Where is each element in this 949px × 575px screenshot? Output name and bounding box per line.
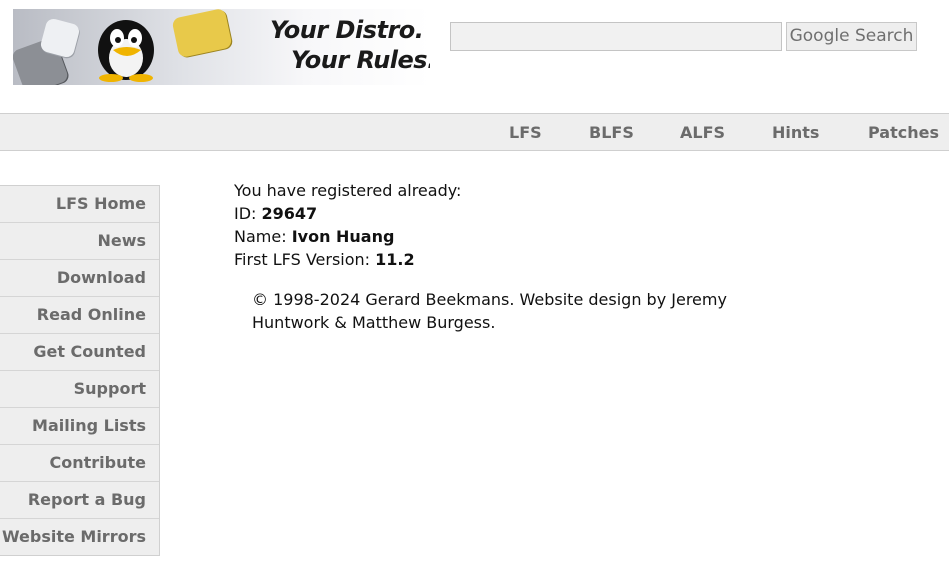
- id-value: 29647: [261, 204, 318, 223]
- topnav-item-blfs[interactable]: BLFS: [589, 114, 634, 151]
- version-label: First LFS Version:: [234, 250, 376, 269]
- top-navigation: LFS BLFS ALFS Hints Patches: [0, 113, 949, 151]
- sidebar-item-lfs-home[interactable]: LFS Home: [0, 186, 159, 223]
- topnav-item-lfs[interactable]: LFS: [509, 114, 542, 151]
- puzzle-piece-icon: [171, 9, 233, 59]
- id-label: ID:: [234, 204, 262, 223]
- sidebar-item-report-a-bug[interactable]: Report a Bug: [0, 482, 159, 519]
- topnav-item-alfs[interactable]: ALFS: [680, 114, 725, 151]
- sidebar-item-news[interactable]: News: [0, 223, 159, 260]
- registration-id-row: ID: 29647: [234, 202, 734, 225]
- sidebar-item-get-counted[interactable]: Get Counted: [0, 334, 159, 371]
- name-value: Ivon Huang: [291, 227, 395, 246]
- sidebar-navigation: LFS Home News Download Read Online Get C…: [0, 185, 160, 556]
- topnav-item-patches[interactable]: Patches: [868, 114, 939, 151]
- tagline-line1: Your Distro.: [270, 16, 424, 44]
- google-search-button[interactable]: Google Search: [786, 22, 917, 51]
- sidebar-item-support[interactable]: Support: [0, 371, 159, 408]
- sidebar-item-download[interactable]: Download: [0, 260, 159, 297]
- registration-version-row: First LFS Version: 11.2: [234, 248, 734, 271]
- registration-name-row: Name: Ivon Huang: [234, 225, 734, 248]
- sidebar-item-contribute[interactable]: Contribute: [0, 445, 159, 482]
- tagline-line2: Your Rules.: [291, 46, 430, 74]
- search-input[interactable]: [450, 22, 782, 51]
- lfs-banner-logo: Your Distro. Your Rules.: [13, 9, 430, 85]
- sidebar-item-read-online[interactable]: Read Online: [0, 297, 159, 334]
- tux-penguin-icon: [98, 20, 154, 82]
- banner-tagline: Your Distro. Your Rules.: [270, 15, 430, 75]
- sidebar-item-website-mirrors[interactable]: Website Mirrors: [0, 519, 159, 555]
- version-value: 11.2: [375, 250, 415, 269]
- footer-copyright: © 1998-2024 Gerard Beekmans. Website des…: [252, 290, 727, 332]
- topnav-item-hints[interactable]: Hints: [772, 114, 819, 151]
- registration-info: You have registered already: ID: 29647 N…: [234, 179, 734, 271]
- name-label: Name:: [234, 227, 292, 246]
- registration-message: You have registered already:: [234, 181, 462, 200]
- sidebar-item-mailing-lists[interactable]: Mailing Lists: [0, 408, 159, 445]
